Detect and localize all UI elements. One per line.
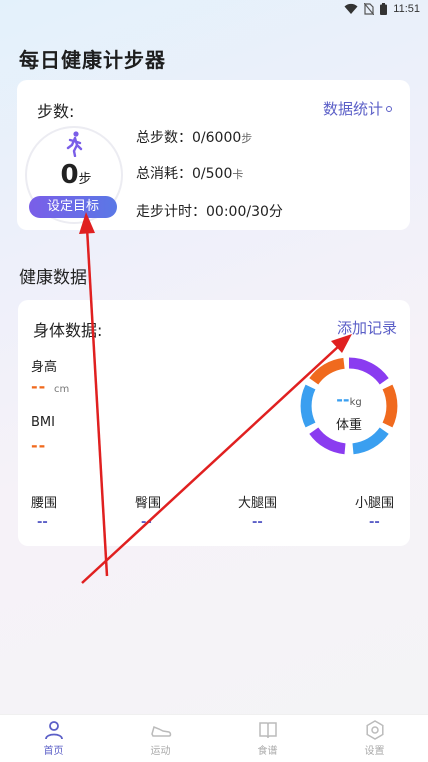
waist-metric: 腰围 -- — [31, 492, 101, 530]
weight-number: -- — [336, 390, 350, 409]
chevron-dot-icon — [386, 105, 392, 112]
shoe-icon — [150, 725, 171, 737]
hip-label: 臀围 — [135, 496, 162, 511]
thigh-label: 大腿围 — [238, 496, 278, 511]
data-stats-label: 数据统计 — [322, 100, 383, 118]
tab-recipes-label: 食谱 — [257, 746, 278, 757]
waist-label: 腰围 — [31, 496, 58, 511]
tab-settings[interactable]: 设置 — [321, 715, 428, 762]
calories-unit: 卡 — [232, 168, 244, 181]
no-sim-icon — [364, 3, 375, 15]
bmi-label: BMI — [31, 415, 55, 430]
tab-settings-label: 设置 — [364, 746, 385, 757]
tab-home-label: 首页 — [43, 746, 64, 757]
total-steps-value: 0/6000 — [192, 130, 242, 146]
steps-card: 步数: 数据统计 0步 设定目标 总步数：0/6000步 总消耗：0/500卡 … — [17, 80, 410, 230]
total-steps-label: 总步数： — [136, 130, 192, 146]
calf-value: -- — [369, 515, 380, 530]
body-data-label: 身体数据: — [33, 321, 103, 340]
walking-person-icon — [66, 131, 83, 157]
timer-label: 走步计时： — [136, 204, 206, 220]
calf-metric: 小腿围 -- — [355, 492, 425, 530]
health-data-heading: 健康数据 — [19, 268, 87, 288]
page-title: 每日健康计步器 — [19, 48, 166, 72]
person-icon — [44, 721, 63, 740]
thigh-metric: 大腿围 -- — [238, 492, 308, 530]
thigh-value: -- — [252, 515, 263, 530]
step-count-unit: 步 — [78, 172, 92, 187]
step-count-value: 0 — [60, 160, 79, 190]
set-goal-button[interactable]: 设定目标 — [29, 196, 117, 218]
tab-recipes[interactable]: 食谱 — [214, 715, 321, 762]
steps-label: 步数: — [37, 102, 75, 121]
tab-exercise[interactable]: 运动 — [107, 715, 214, 762]
data-stats-link[interactable]: 数据统计 — [323, 98, 392, 119]
calories-label: 总消耗： — [136, 166, 192, 182]
bottom-tab-bar: 首页 运动 食谱 设置 — [0, 714, 428, 762]
add-record-button[interactable]: 添加记录 — [337, 317, 397, 338]
total-steps-line: 总步数：0/6000步 — [136, 127, 252, 147]
weight-unit: kg — [349, 397, 362, 408]
status-icons: 11:51 — [344, 3, 420, 15]
gear-icon — [365, 720, 384, 740]
tab-exercise-label: 运动 — [150, 746, 171, 757]
wifi-icon — [344, 3, 358, 15]
status-time: 11:51 — [393, 3, 420, 15]
calories-value: 0/500 — [192, 166, 233, 182]
status-bar: 11:51 — [0, 0, 428, 22]
height-value: -- — [31, 377, 47, 396]
hip-metric: 臀围 -- — [135, 492, 205, 530]
book-icon — [258, 722, 277, 739]
battery-icon — [380, 3, 388, 15]
timer-value: 00:00/30分 — [206, 204, 283, 220]
weight-value: --kg — [300, 390, 398, 409]
weight-label: 体重 — [335, 418, 362, 433]
tab-home[interactable]: 首页 — [0, 715, 107, 762]
bmi-value: -- — [31, 436, 47, 455]
body-data-card: 身体数据: 添加记录 身高 -- cm BMI -- --kg 体重 腰围 --… — [18, 300, 410, 546]
calf-label: 小腿围 — [355, 496, 395, 511]
height-unit: cm — [54, 384, 70, 395]
calories-line: 总消耗：0/500卡 — [136, 163, 243, 183]
timer-line: 走步计时：00:00/30分 — [136, 201, 283, 221]
total-steps-unit: 步 — [241, 132, 253, 145]
hip-value: -- — [141, 515, 152, 530]
waist-value: -- — [37, 515, 48, 530]
height-label: 身高 — [31, 360, 58, 375]
step-count: 0步 — [27, 160, 125, 190]
